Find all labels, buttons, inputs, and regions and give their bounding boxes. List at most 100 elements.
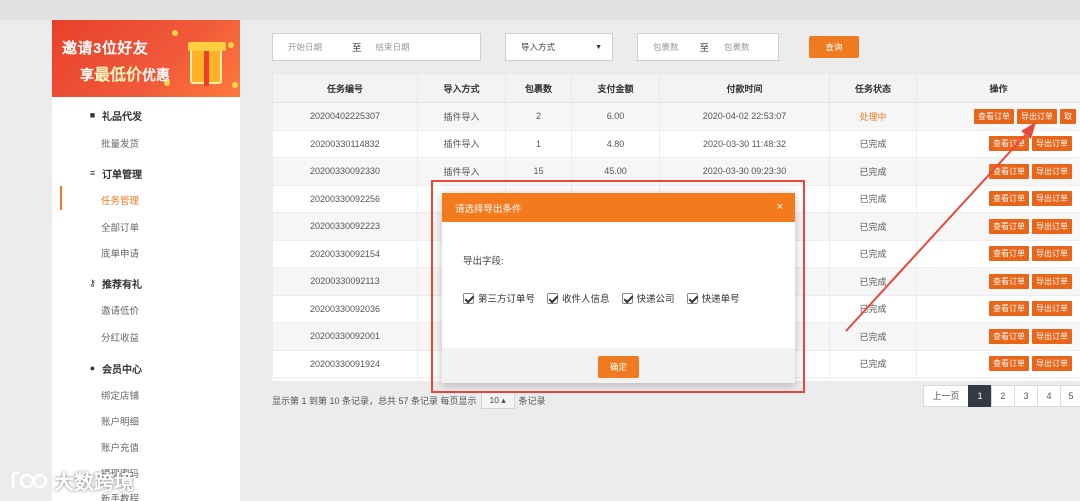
checkbox-checked-icon[interactable]	[686, 292, 698, 304]
view-order-button[interactable]: 查看订单	[989, 273, 1029, 289]
cell-task-id: 20200330092223	[272, 212, 418, 241]
gift-box-icon	[188, 42, 226, 86]
sidebar-item-receipt-apply[interactable]: 底单申请	[101, 246, 139, 260]
view-order-button[interactable]: 查看订单	[989, 356, 1029, 372]
cell-amount: 4.80	[571, 129, 660, 158]
per-page-select[interactable]: 10 ▴	[480, 391, 515, 409]
view-order-button[interactable]: 查看订单	[989, 163, 1029, 179]
package-min-input[interactable]: 包裹数	[653, 41, 679, 53]
cell-task-id: 20200330114832	[272, 129, 418, 158]
sidebar-item-invite-price[interactable]: 邀请低价	[101, 303, 139, 317]
cell-status: 已完成	[829, 129, 917, 158]
cell-task-id: 20200330092036	[272, 294, 418, 323]
col-status: 任务状态	[829, 73, 917, 103]
cell-actions: 查看订单 导出订单取	[916, 102, 1080, 131]
cell-import-method: 插件导入	[417, 102, 506, 131]
page-5-button[interactable]: 5	[1060, 385, 1080, 407]
export-order-button[interactable]: 导出订单	[1032, 301, 1072, 317]
export-order-button[interactable]: 导出订单	[1032, 191, 1072, 207]
sidebar-item-batch-ship[interactable]: 批量发货	[101, 136, 139, 150]
sidebar-item-recharge[interactable]: 账户充值	[101, 440, 139, 454]
cell-actions: 查看订单 导出订单	[916, 267, 1080, 296]
export-order-button[interactable]: 导出订单	[1032, 136, 1072, 152]
cell-task-id: 20200330092113	[272, 267, 418, 296]
close-icon[interactable]: ×	[777, 201, 783, 213]
view-order-button[interactable]: 查看订单	[974, 108, 1014, 124]
view-order-button[interactable]: 查看订单	[989, 136, 1029, 152]
page-4-button[interactable]: 4	[1037, 385, 1061, 407]
checkbox-checked-icon[interactable]	[547, 292, 559, 304]
export-order-button[interactable]: 导出订单	[1017, 108, 1057, 124]
checkbox-checked-icon[interactable]	[621, 292, 633, 304]
date-separator: 至	[352, 43, 362, 54]
view-order-button[interactable]: 查看订单	[989, 246, 1029, 262]
export-order-button[interactable]: 导出订单	[1032, 328, 1072, 344]
cell-status: 已完成	[829, 322, 917, 351]
cell-task-id: 20200330092154	[272, 239, 418, 268]
banner-line2: 享最低价优惠	[80, 67, 171, 84]
menu-group-referral[interactable]: ⚷ 推荐有礼	[88, 276, 142, 292]
menu-group-orders[interactable]: ≡ 订单管理	[88, 166, 142, 182]
prev-page-button[interactable]: 上一页	[923, 385, 969, 407]
cell-package-count: 1	[505, 129, 572, 158]
cell-actions: 查看订单 导出订单	[916, 322, 1080, 351]
export-order-button[interactable]: 导出订单	[1032, 356, 1072, 372]
sidebar-item-task-manage[interactable]: 任务管理	[101, 193, 139, 207]
cell-task-id: 20200330091924	[272, 349, 418, 378]
records-summary: 显示第 1 到第 10 条记录，总共 57 条记录 每页显示	[272, 395, 477, 406]
user-icon: ●	[89, 363, 96, 373]
checkbox-checked-icon[interactable]	[463, 292, 474, 304]
option-tracking-no[interactable]: 快递单号	[686, 291, 740, 305]
page-2-button[interactable]: 2	[991, 385, 1015, 407]
export-order-button[interactable]: 导出订单	[1032, 218, 1072, 234]
view-order-button[interactable]: 查看订单	[989, 191, 1029, 207]
banner-line1: 邀请3位好友	[62, 40, 149, 57]
cell-status: 已完成	[829, 294, 917, 323]
sidebar-item-bind-store[interactable]: 绑定店铺	[101, 388, 139, 402]
view-order-button[interactable]: 查看订单	[989, 328, 1029, 344]
menu-group-member[interactable]: ● 会员中心	[88, 361, 142, 377]
sidebar-item-all-orders[interactable]: 全部订单	[101, 220, 139, 234]
col-task-id: 任务编号	[272, 73, 418, 103]
sidebar-item-account-detail[interactable]: 账户明细	[101, 414, 139, 428]
export-order-button[interactable]: 导出订单	[1032, 163, 1072, 179]
table-row: 20200330114832 插件导入 1 4.80 2020-03-30 11:48:…	[272, 129, 1080, 158]
page-1-button[interactable]: 1	[968, 385, 992, 407]
date-range-filter: 开始日期 至 结束日期	[272, 33, 481, 61]
package-max-input[interactable]: 包裹数	[724, 41, 750, 53]
top-strip	[0, 0, 1080, 20]
import-method-select[interactable]: 导入方式 ▼	[505, 33, 613, 61]
confirm-button[interactable]: 确定	[598, 356, 639, 378]
sidebar-item-dividend[interactable]: 分红收益	[101, 330, 139, 344]
cell-actions: 查看订单 导出订单	[916, 129, 1080, 158]
cell-import-method: 插件导入	[417, 129, 506, 158]
page-3-button[interactable]: 3	[1014, 385, 1038, 407]
import-method-value: 导入方式	[521, 42, 556, 52]
cell-actions: 查看订单 导出订单	[916, 349, 1080, 378]
invite-banner[interactable]: 邀请3位好友 享最低价优惠	[52, 20, 240, 97]
start-date-input[interactable]: 开始日期	[288, 41, 322, 53]
export-order-button[interactable]: 导出订单	[1032, 246, 1072, 262]
watermark-text: 大数跨境	[54, 472, 134, 494]
export-order-button[interactable]: 导出订单	[1032, 273, 1072, 289]
option-third-party-order-no[interactable]: 第三方订单号	[463, 291, 535, 305]
option-recipient-info[interactable]: 收件人信息	[547, 291, 610, 305]
watermark: 大数跨境	[10, 466, 134, 495]
menu-group-gift[interactable]: ■ 礼品代发	[88, 108, 142, 124]
search-button[interactable]: 查询	[809, 36, 859, 58]
view-order-button[interactable]: 查看订单	[989, 301, 1029, 317]
cancel-task-button[interactable]: 取	[1060, 108, 1076, 124]
cell-status: 已完成	[829, 239, 917, 268]
table-header-row: 任务编号 导入方式 包裹数 支付金额 付款时间 任务状态 操作	[272, 73, 1080, 103]
option-courier-company[interactable]: 快递公司	[621, 291, 675, 305]
cell-actions: 查看订单 导出订单	[916, 294, 1080, 323]
end-date-input[interactable]: 结束日期	[376, 41, 410, 53]
cell-package-count: 2	[505, 102, 572, 131]
cell-pay-time: 2020-04-02 22:53:07	[659, 102, 830, 131]
list-icon: ≡	[89, 168, 96, 178]
key-icon: ⚷	[89, 278, 96, 288]
view-order-button[interactable]: 查看订单	[989, 218, 1029, 234]
dropdown-caret-icon: ▼	[595, 43, 602, 51]
cell-task-id: 20200330092330	[272, 157, 418, 186]
active-indicator	[60, 186, 62, 210]
